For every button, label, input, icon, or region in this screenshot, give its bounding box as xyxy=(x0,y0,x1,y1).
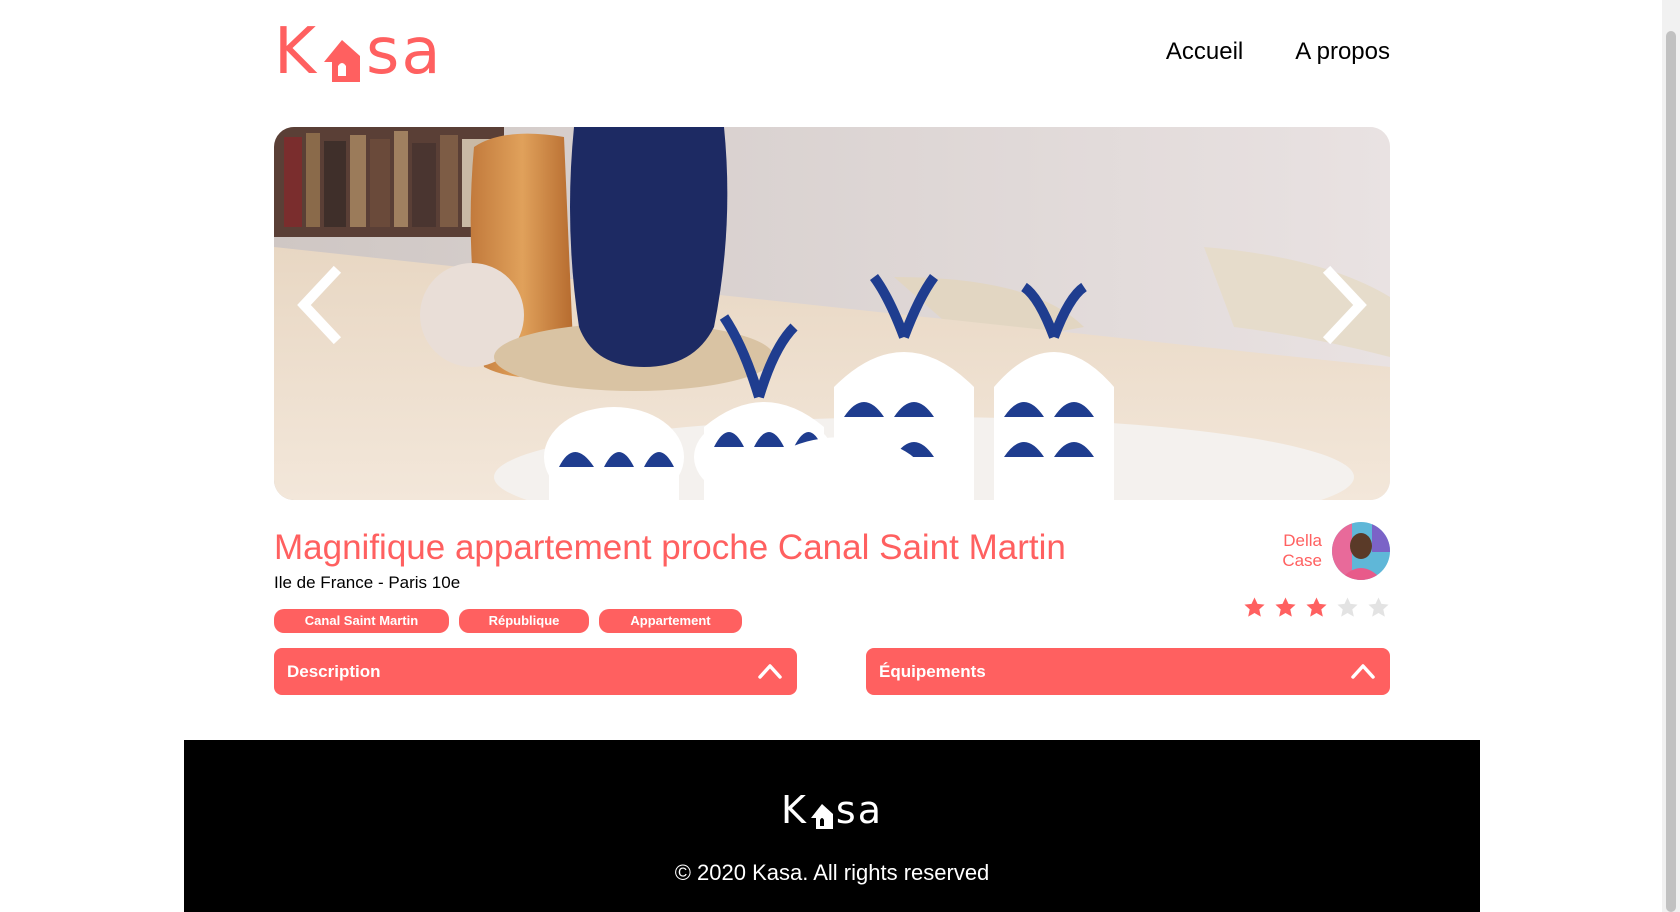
tag: République xyxy=(459,609,589,633)
house-icon xyxy=(323,40,360,82)
listing-location: Ile de France - Paris 10e xyxy=(274,573,461,592)
logo-letters-sa: sa xyxy=(365,15,443,89)
tag: Appartement xyxy=(599,609,742,633)
star-empty-icon xyxy=(1368,597,1389,617)
nav-link-about[interactable]: A propos xyxy=(1295,38,1390,66)
carousel-counter: 6/6 xyxy=(820,458,844,477)
host-name: Della Case xyxy=(1282,531,1322,571)
avatar xyxy=(1332,522,1390,580)
page: K sa Accueil A propos 6/6 Magnifique app… xyxy=(0,0,1680,912)
star-rating xyxy=(1243,596,1390,619)
logo-letters-sa: sa xyxy=(835,788,883,832)
description-collapse[interactable]: Description xyxy=(274,648,797,695)
host-first-name: Della xyxy=(1283,531,1322,550)
site-footer: K sa © 2020 Kasa. All rights reserved xyxy=(184,740,1480,912)
site-header: K sa Accueil A propos xyxy=(274,20,1390,84)
footer-logo: K sa xyxy=(184,790,1480,830)
scrollbar-thumb[interactable] xyxy=(1666,31,1676,912)
nav-link-home[interactable]: Accueil xyxy=(1166,38,1243,66)
kasa-logo[interactable]: K sa xyxy=(274,20,443,84)
logo-letter-k: K xyxy=(274,15,318,89)
photo-carousel: 6/6 xyxy=(274,127,1390,500)
tag-list: Canal Saint Martin République Appartemen… xyxy=(274,609,742,633)
chevron-up-icon[interactable] xyxy=(1350,660,1376,682)
scrollbar[interactable] xyxy=(1662,0,1680,912)
chevron-up-icon[interactable] xyxy=(757,660,783,682)
collapse-title: Équipements xyxy=(879,662,986,681)
house-icon xyxy=(810,804,833,829)
listing-photo xyxy=(274,127,1390,500)
tag: Canal Saint Martin xyxy=(274,609,449,633)
star-empty-icon xyxy=(1337,597,1358,617)
star-filled-icon xyxy=(1275,597,1296,617)
star-filled-icon xyxy=(1306,597,1327,617)
equipments-collapse[interactable]: Équipements xyxy=(866,648,1390,695)
copyright-text: © 2020 Kasa. All rights reserved xyxy=(674,860,990,885)
logo-letter-k: K xyxy=(780,788,808,832)
host-info: Della Case xyxy=(1282,522,1390,580)
star-filled-icon xyxy=(1244,597,1265,617)
chevron-left-icon[interactable] xyxy=(290,265,350,345)
chevron-right-icon[interactable] xyxy=(1314,265,1374,345)
listing-title: Magnifique appartement proche Canal Sain… xyxy=(274,528,1066,567)
collapse-title: Description xyxy=(287,662,381,681)
main-nav: Accueil A propos xyxy=(1166,38,1390,66)
host-last-name: Case xyxy=(1282,551,1322,570)
